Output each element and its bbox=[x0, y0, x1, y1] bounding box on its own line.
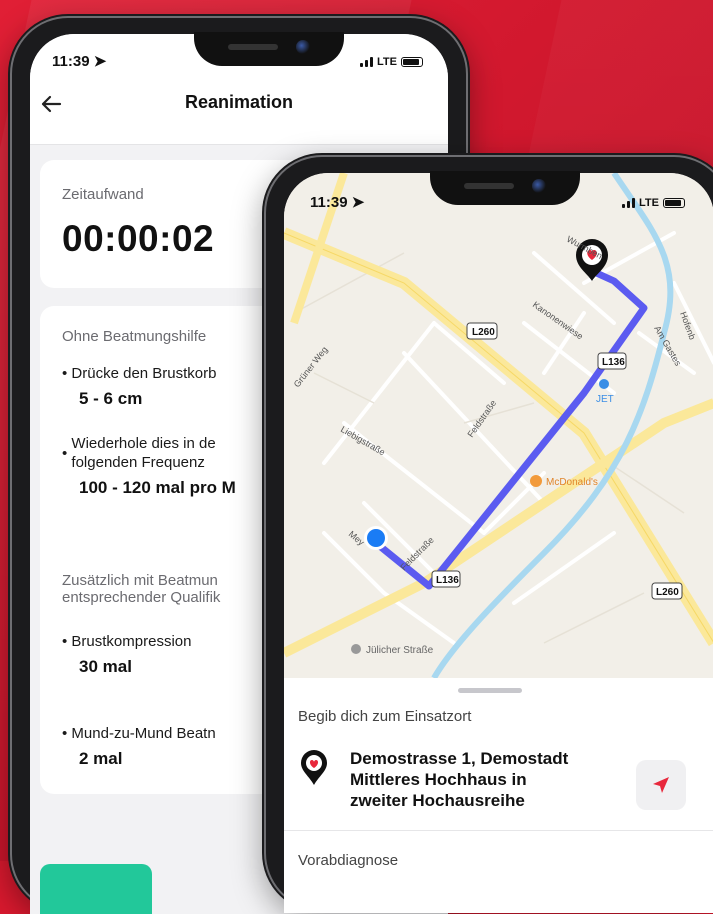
location-arrow-icon: ➤ bbox=[93, 53, 107, 70]
poi-label: Jülicher Straße bbox=[366, 645, 434, 656]
notch bbox=[430, 171, 580, 205]
list-item: • Drücke den Brustkorb 5 - 6 cm bbox=[62, 365, 217, 408]
status-icons: LTE bbox=[360, 56, 423, 68]
pin-icon bbox=[351, 644, 361, 654]
location-arrow-icon: ➤ bbox=[351, 194, 365, 211]
road-shield: L260 bbox=[472, 327, 495, 338]
sheet-heading: Begib dich zum Einsatzort bbox=[298, 708, 472, 725]
section-label: Zusätzlich mit Beatmun entsprechender Qu… bbox=[62, 572, 221, 606]
time-label: Zeitaufwand bbox=[62, 186, 144, 203]
phone-navigation: L260 L136 L136 L260 Grüner Weg Liebigstr… bbox=[262, 153, 713, 913]
bottom-sheet[interactable]: Begib dich zum Einsatzort Demostrasse 1,… bbox=[284, 678, 713, 913]
fuel-icon bbox=[599, 379, 609, 389]
status-time: 11:39 ➤ bbox=[310, 194, 365, 211]
food-icon bbox=[530, 475, 542, 487]
road-shield: L136 bbox=[602, 357, 625, 368]
notch bbox=[194, 32, 344, 66]
camera-icon bbox=[296, 40, 310, 54]
section-label: Ohne Beatmungshilfe bbox=[62, 328, 207, 345]
battery-icon bbox=[662, 198, 685, 208]
network-label: LTE bbox=[377, 56, 397, 68]
network-label: LTE bbox=[639, 197, 659, 209]
list-item: • Mund-zu-Mund Beatn 2 mal bbox=[62, 725, 216, 768]
destination-address: Demostrasse 1, Demostadt Mittleres Hochh… bbox=[350, 749, 569, 810]
status-icons: LTE bbox=[622, 197, 685, 209]
navigation-screen: L260 L136 L136 L260 Grüner Weg Liebigstr… bbox=[284, 173, 713, 913]
camera-icon bbox=[532, 179, 546, 193]
list-item: • Brustkompression 30 mal bbox=[62, 633, 192, 676]
battery-icon bbox=[400, 57, 423, 67]
signal-icon bbox=[622, 198, 635, 208]
road-shield: L260 bbox=[656, 587, 679, 598]
map-view[interactable]: L260 L136 L136 L260 Grüner Weg Liebigstr… bbox=[284, 173, 713, 678]
road-shield: L136 bbox=[436, 575, 459, 586]
location-pin-icon bbox=[300, 750, 328, 790]
list-item: • Wiederhole dies in de folgenden Frequen… bbox=[62, 435, 236, 497]
signal-icon bbox=[360, 57, 373, 67]
navigation-arrow-icon bbox=[653, 777, 669, 793]
poi-label: JET bbox=[596, 394, 614, 405]
page-title: Reanimation bbox=[184, 92, 294, 112]
elapsed-time: 00:00:02 bbox=[62, 218, 215, 259]
poi-label: McDonald's bbox=[546, 477, 598, 488]
navigation-button[interactable] bbox=[636, 760, 686, 810]
sheet-grab-handle[interactable] bbox=[458, 688, 522, 693]
status-time: 11:39 ➤ bbox=[52, 53, 107, 70]
primary-button[interactable] bbox=[40, 864, 152, 914]
